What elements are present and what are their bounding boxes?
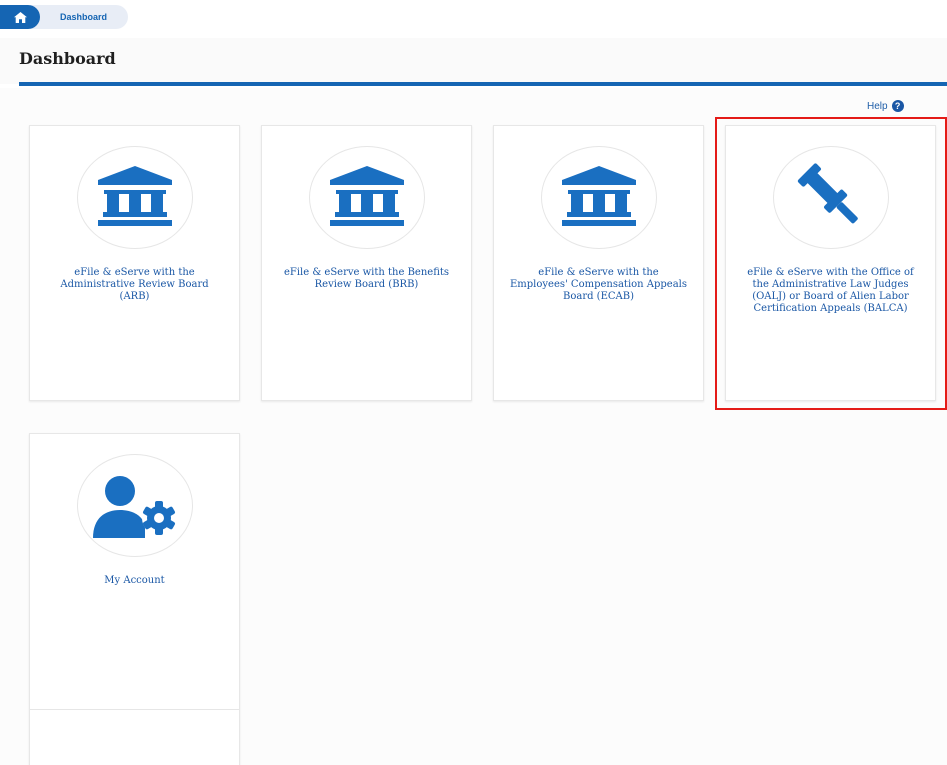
header-band [0,38,947,84]
card-icon-circle [541,146,657,249]
breadcrumb: Dashboard [0,0,947,30]
card-label: eFile & eServe with the Employees' Compe… [509,267,688,302]
card-label: My Account [104,575,165,586]
card-brb[interactable]: eFile & eServe with the Benefits Review … [261,125,472,401]
card-my-account[interactable]: My Account [29,433,240,765]
title-divider [19,82,947,86]
courthouse-icon [98,165,172,226]
highlight-box [715,117,947,410]
home-button[interactable] [0,5,40,29]
user-settings-icon [93,475,176,538]
courthouse-icon [562,165,636,226]
card-label: eFile & eServe with the Benefits Review … [283,267,450,290]
card-icon-circle [77,146,193,249]
card-icon-circle [309,146,425,249]
card-arb[interactable]: eFile & eServe with the Administrative R… [29,125,240,401]
help-link[interactable]: Help ? [867,100,904,112]
card-divider [30,709,239,710]
question-circle-icon: ? [891,100,904,112]
courthouse-icon [330,165,404,226]
breadcrumb-dashboard[interactable]: Dashboard [30,5,128,29]
card-ecab[interactable]: eFile & eServe with the Employees' Compe… [493,125,704,401]
card-icon-circle [77,454,193,557]
page-title: Dashboard [19,49,116,68]
home-icon [13,11,27,23]
help-label: Help [867,100,888,112]
card-label: eFile & eServe with the Administrative R… [60,267,209,302]
